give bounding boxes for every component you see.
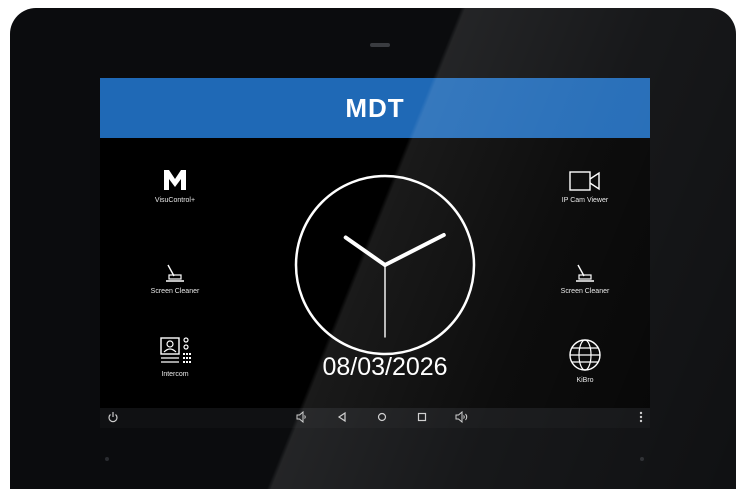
app-label: Screen Cleaner: [560, 288, 610, 295]
wiper-icon: [576, 264, 594, 282]
date-display: 08/03/2026: [322, 353, 448, 381]
intercom-icon: [160, 337, 191, 363]
more-icon[interactable]: [638, 411, 644, 423]
app-screen-cleaner-right[interactable]: Screen Cleaner: [525, 263, 645, 295]
app-label: Screen Cleaner: [150, 288, 200, 295]
header-bar: MDT: [100, 78, 650, 138]
back-icon[interactable]: [336, 411, 348, 423]
volume-up-icon[interactable]: [455, 411, 469, 423]
app-intercom[interactable]: Intercom: [115, 336, 235, 378]
minute-hand: [383, 233, 446, 267]
proximity-sensor: [370, 43, 390, 47]
device-bezel: MDT VisuControl+ Screen Cleaner Intercom…: [10, 8, 736, 489]
bezel-dot-right: [640, 457, 644, 461]
system-navigation-bar: [100, 408, 650, 428]
app-ip-cam-viewer[interactable]: IP Cam Viewer: [525, 170, 645, 204]
power-icon[interactable]: [107, 411, 119, 423]
app-label: VisuControl+: [154, 197, 196, 204]
wiper-icon: [166, 264, 184, 282]
mdt-m-icon: [164, 170, 186, 190]
home-icon[interactable]: [376, 411, 388, 423]
volume-down-icon[interactable]: [296, 411, 308, 423]
app-screen-cleaner-left[interactable]: Screen Cleaner: [115, 263, 235, 295]
globe-icon: [569, 339, 601, 371]
recents-icon[interactable]: [416, 411, 428, 423]
app-label: Intercom: [161, 371, 189, 378]
app-label: KiBro: [576, 377, 594, 384]
screen: MDT VisuControl+ Screen Cleaner Intercom…: [100, 78, 650, 428]
video-camera-icon: [569, 171, 600, 191]
app-label: IP Cam Viewer: [561, 197, 609, 204]
analog-clock: [294, 174, 476, 356]
mdt-logo: MDT: [345, 92, 405, 123]
bezel-dot-left: [105, 457, 109, 461]
hour-hand: [343, 235, 387, 267]
app-visucontrol[interactable]: VisuControl+: [115, 168, 235, 204]
app-kibro[interactable]: KiBro: [525, 338, 645, 384]
